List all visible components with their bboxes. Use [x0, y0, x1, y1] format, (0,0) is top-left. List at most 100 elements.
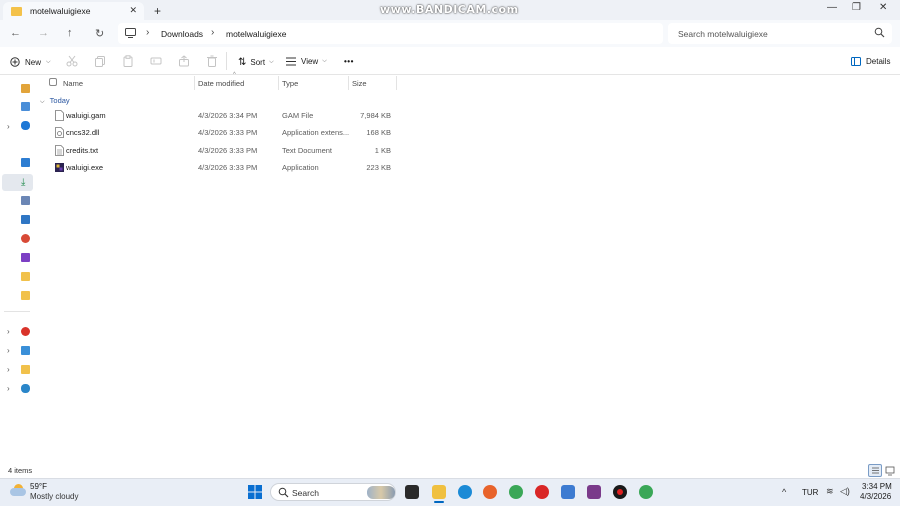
file-size: 168 KB: [366, 128, 391, 137]
group-label: Today: [49, 96, 70, 105]
folder-icon: [11, 6, 22, 16]
column-separator[interactable]: [194, 76, 195, 90]
copy-icon[interactable]: [94, 55, 106, 67]
column-date-modified[interactable]: Date modified: [198, 79, 244, 88]
sort-button[interactable]: ⇅ Sort ⌵: [238, 57, 274, 68]
forward-arrow-icon[interactable]: →: [38, 27, 49, 39]
edge-browser-icon[interactable]: [458, 485, 472, 499]
column-separator[interactable]: [348, 76, 349, 90]
breadcrumb-downloads[interactable]: Downloads: [161, 29, 203, 39]
file-date: 4/3/2026 3:33 PM: [198, 146, 258, 155]
chevron-up-icon[interactable]: ^: [782, 487, 786, 497]
volume-icon[interactable]: ◁): [840, 486, 850, 497]
bandicam-record-icon[interactable]: [613, 485, 627, 499]
task-view-icon[interactable]: [405, 485, 419, 499]
tiles-view-icon[interactable]: [885, 466, 895, 476]
network-icon[interactable]: [21, 384, 30, 393]
weather-cloud-icon[interactable]: [10, 484, 26, 496]
maximize-button[interactable]: ❐: [852, 2, 861, 13]
clock-time[interactable]: 3:34 PM: [862, 482, 892, 491]
firefox-icon[interactable]: [483, 485, 497, 499]
cut-icon[interactable]: [66, 55, 78, 67]
file-row[interactable]: cncs32.dll 4/3/2026 3:33 PM Application …: [36, 124, 396, 141]
address-box[interactable]: › Downloads › motelwaluigiexe: [118, 23, 663, 44]
desktop-icon[interactable]: [21, 158, 30, 167]
file-size: 7,984 KB: [360, 111, 391, 120]
chevron-right-icon[interactable]: ›: [7, 122, 10, 131]
this-pc-icon[interactable]: [21, 346, 30, 355]
group-today[interactable]: ⌵ Today: [40, 96, 70, 106]
up-arrow-icon[interactable]: ↑: [67, 27, 73, 39]
folder-icon[interactable]: [21, 272, 30, 281]
minimize-button[interactable]: —: [827, 2, 837, 13]
close-window-button[interactable]: ✕: [879, 2, 887, 13]
file-name: cncs32.dll: [66, 128, 100, 137]
paste-icon[interactable]: [122, 55, 134, 67]
music-icon[interactable]: [21, 234, 30, 243]
list-view-icon: [872, 467, 879, 474]
file-type: GAM File: [282, 111, 314, 120]
folder-icon[interactable]: [21, 291, 30, 300]
more-options-button[interactable]: •••: [344, 57, 354, 66]
documents-icon[interactable]: [21, 196, 30, 205]
refresh-icon[interactable]: ↻: [95, 27, 104, 40]
gallery-icon[interactable]: [21, 102, 30, 111]
column-separator[interactable]: [278, 76, 279, 90]
breadcrumb-separator: ›: [211, 27, 215, 38]
delete-icon[interactable]: [206, 55, 218, 67]
chrome-profile-icon[interactable]: [639, 485, 653, 499]
details-label: Details: [866, 57, 891, 66]
wifi-icon[interactable]: ≋: [826, 486, 834, 497]
chevron-right-icon[interactable]: ›: [7, 365, 10, 374]
weather-temp[interactable]: 59°F: [30, 482, 47, 491]
tab-motelwaluigiexe[interactable]: motelwaluigiexe ✕: [3, 2, 144, 20]
weather-desc[interactable]: Mostly cloudy: [30, 492, 78, 501]
folder-icon[interactable]: [21, 365, 30, 374]
chevron-right-icon[interactable]: ›: [7, 327, 10, 336]
active-app-indicator: [434, 501, 444, 503]
details-view-toggle[interactable]: [868, 464, 882, 477]
file-explorer-icon[interactable]: [432, 485, 446, 499]
app-shortcut-icon[interactable]: [21, 327, 30, 336]
rename-icon[interactable]: [150, 55, 162, 67]
pictures-icon[interactable]: [21, 215, 30, 224]
column-type[interactable]: Type: [282, 79, 298, 88]
downloads-icon[interactable]: ⤓: [21, 178, 30, 188]
chrome-icon[interactable]: [509, 485, 523, 499]
language-indicator[interactable]: TUR: [802, 488, 818, 497]
share-icon[interactable]: [178, 55, 190, 67]
chevron-right-icon[interactable]: ›: [7, 384, 10, 393]
view-label: View: [301, 57, 319, 66]
clock-date[interactable]: 4/3/2026: [860, 492, 891, 501]
search-icon: [874, 27, 885, 38]
videos-icon[interactable]: [21, 253, 30, 262]
select-all-checkbox[interactable]: [49, 78, 57, 86]
app-monitor-icon[interactable]: [561, 485, 575, 499]
back-arrow-icon[interactable]: ←: [10, 27, 21, 39]
new-button[interactable]: New ⌵: [10, 57, 51, 67]
file-type: Text Document: [282, 146, 333, 155]
file-name: credits.txt: [66, 146, 99, 155]
file-row[interactable]: waluigi.gam 4/3/2026 3:34 PM GAM File 7,…: [36, 107, 396, 124]
chevron-right-icon[interactable]: ›: [7, 346, 10, 355]
app-m-icon[interactable]: [535, 485, 549, 499]
details-button[interactable]: Details: [851, 57, 890, 66]
search-input[interactable]: Search motelwaluigiexe: [668, 23, 892, 44]
chevron-down-icon: ⌵: [269, 59, 274, 65]
column-separator[interactable]: [396, 76, 397, 90]
column-name[interactable]: Name: [63, 79, 83, 88]
new-tab-button[interactable]: +: [154, 4, 161, 18]
windows-start-icon[interactable]: [248, 485, 262, 499]
taskbar-search[interactable]: Search: [270, 483, 396, 501]
navigation-pane: [0, 76, 33, 461]
onedrive-icon[interactable]: [21, 121, 30, 130]
winrar-icon[interactable]: [587, 485, 601, 499]
breadcrumb-motelwaluigiexe[interactable]: motelwaluigiexe: [226, 29, 286, 39]
tab-close-button[interactable]: ✕: [129, 5, 137, 16]
file-row[interactable]: waluigi.exe 4/3/2026 3:33 PM Application…: [36, 159, 396, 176]
view-button[interactable]: View ⌵: [286, 57, 327, 66]
column-size[interactable]: Size: [352, 79, 367, 88]
taskbar: [0, 478, 900, 506]
file-row[interactable]: credits.txt 4/3/2026 3:33 PM Text Docume…: [36, 142, 396, 159]
home-icon[interactable]: [21, 84, 30, 93]
